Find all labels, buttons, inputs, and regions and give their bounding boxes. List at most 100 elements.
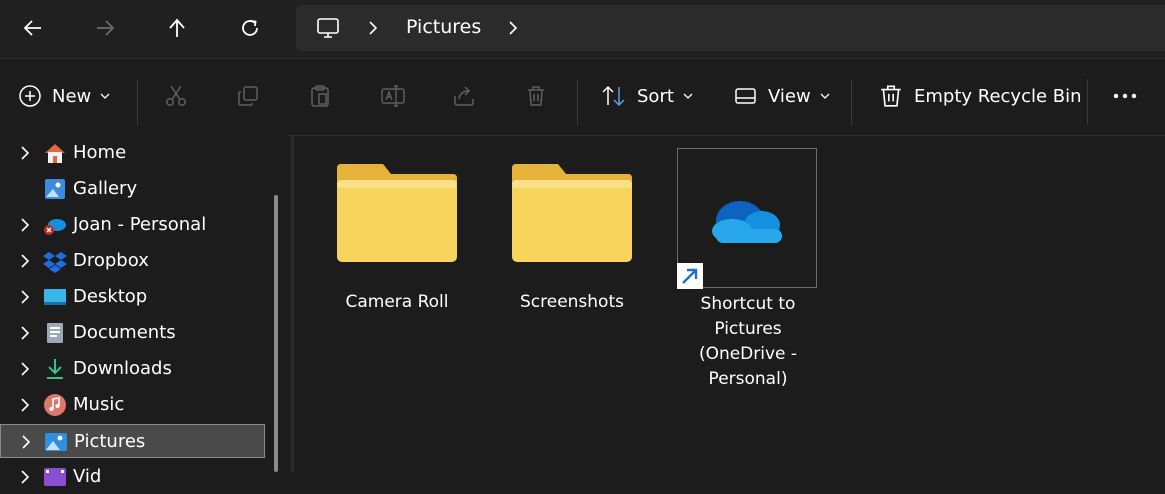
arrow-left-icon (23, 20, 41, 36)
item-name-line: Personal) (708, 369, 788, 389)
expand-chevron-icon[interactable] (18, 397, 32, 417)
rename-button[interactable] (380, 73, 406, 119)
command-bar: New Sort View Empty Recycle Bin (0, 58, 1165, 136)
expand-chevron-icon[interactable] (18, 361, 32, 381)
folder-item[interactable]: Screenshots (502, 160, 642, 315)
sidebar-item-downloads[interactable]: Downloads (0, 352, 265, 386)
view-label: View (768, 85, 811, 107)
navigation-bar: Pictures (0, 0, 1165, 58)
sort-button[interactable]: Sort (601, 73, 694, 119)
expand-chevron-icon[interactable] (19, 434, 33, 454)
expand-chevron-icon[interactable] (18, 325, 32, 345)
sidebar-item-label: Pictures (74, 431, 146, 452)
sort-icon (602, 85, 625, 107)
trash-icon (528, 86, 544, 106)
sidebar-item-label: Music (73, 394, 125, 415)
sidebar-item-label: Home (73, 142, 127, 163)
refresh-icon (242, 20, 258, 36)
refresh-button[interactable] (227, 7, 273, 49)
sidebar-item-joan-personal[interactable]: Joan - Personal (0, 208, 265, 242)
delete-button[interactable] (524, 73, 548, 119)
folder-icon (512, 164, 632, 262)
sidebar-item-music[interactable]: Music (0, 388, 265, 422)
sidebar-item-desktop[interactable]: Desktop (0, 280, 265, 314)
clipboard-icon (311, 85, 329, 107)
view-button[interactable]: View (734, 73, 831, 119)
scissors-icon (166, 85, 186, 106)
this-pc-icon[interactable] (316, 16, 340, 40)
sidebar-scrollbar[interactable] (274, 195, 278, 472)
sidebar-item-gallery[interactable]: Gallery (0, 172, 265, 206)
gallery-icon (43, 177, 67, 201)
new-button[interactable]: New (18, 73, 111, 119)
forward-button[interactable] (82, 7, 128, 49)
sidebar-item-label: Documents (73, 322, 176, 343)
music-icon (43, 393, 67, 417)
more-options-button[interactable] (1106, 73, 1144, 119)
address-bar[interactable]: Pictures (296, 5, 1165, 51)
sidebar-item-label: Dropbox (73, 250, 149, 271)
expand-chevron-icon[interactable] (18, 289, 32, 309)
shortcut-item[interactable]: Shortcut to Pictures (OneDrive - Persona… (683, 292, 813, 392)
item-name-line: (OneDrive - (698, 344, 798, 364)
breadcrumb-chevron-icon[interactable] (504, 19, 522, 37)
empty-recycle-bin-label: Empty Recycle Bin (914, 85, 1082, 107)
onedrive-error-icon (43, 213, 67, 237)
chevron-down-icon (100, 93, 110, 99)
expand-chevron-icon[interactable] (18, 217, 32, 237)
back-button[interactable] (10, 7, 56, 49)
cut-button[interactable] (164, 73, 188, 119)
paste-button[interactable] (308, 73, 332, 119)
view-layout-icon (735, 88, 756, 104)
item-name-line: Pictures (714, 319, 782, 339)
sidebar-item-label: Desktop (73, 286, 148, 307)
folder-item[interactable]: Camera Roll (327, 160, 467, 315)
more-dots-icon (1113, 93, 1137, 99)
new-label: New (52, 85, 92, 107)
shortcut-arrow-icon (677, 263, 703, 289)
sidebar-item-label: Downloads (73, 358, 172, 379)
rename-icon (381, 85, 405, 107)
toolbar-divider (1087, 79, 1088, 125)
arrow-right-icon (97, 20, 115, 36)
copy-icon (238, 86, 258, 106)
expand-chevron-icon[interactable] (18, 469, 32, 489)
sidebar-item-label: Gallery (73, 178, 138, 199)
dropbox-icon (43, 249, 67, 273)
item-name-line: Shortcut to (700, 294, 796, 314)
sidebar-item-vid[interactable]: Vid (0, 460, 265, 494)
pictures-icon (44, 430, 68, 454)
expand-chevron-icon[interactable] (18, 145, 32, 165)
videos-icon (43, 465, 67, 489)
chevron-down-icon (820, 93, 830, 99)
onedrive-cloud-icon (712, 201, 782, 243)
share-icon (454, 86, 474, 106)
pane-divider[interactable] (291, 135, 294, 472)
sidebar-item-label: Vid (73, 466, 102, 487)
empty-recycle-bin-button[interactable]: Empty Recycle Bin (878, 73, 1082, 119)
sidebar-item-pictures[interactable]: Pictures (0, 424, 265, 458)
desktop-icon (43, 285, 67, 309)
chevron-down-icon (683, 93, 693, 99)
item-name: Screenshots (519, 292, 624, 312)
breadcrumb-chevron-icon[interactable] (364, 19, 382, 37)
up-button[interactable] (154, 7, 200, 49)
arrow-up-icon (169, 18, 185, 37)
copy-button[interactable] (236, 73, 260, 119)
navigation-pane: Home Gallery Joan - Personal Dropbox Desktop… (0, 135, 288, 487)
sidebar-item-label: Joan - Personal (73, 214, 207, 235)
sidebar-item-home[interactable]: Home (0, 136, 265, 170)
toolbar-divider (577, 79, 578, 125)
toolbar-divider (137, 79, 138, 125)
breadcrumb-pictures[interactable]: Pictures (406, 16, 481, 38)
recycle-bin-icon (881, 85, 901, 107)
home-icon (43, 141, 67, 165)
sidebar-item-documents[interactable]: Documents (0, 316, 265, 350)
sort-label: Sort (637, 85, 674, 107)
plus-circle-icon (19, 85, 41, 107)
expand-chevron-icon[interactable] (18, 253, 32, 273)
share-button[interactable] (452, 73, 476, 119)
sidebar-item-dropbox[interactable]: Dropbox (0, 244, 265, 278)
item-name: Camera Roll (345, 292, 449, 312)
downloads-icon (43, 357, 67, 381)
